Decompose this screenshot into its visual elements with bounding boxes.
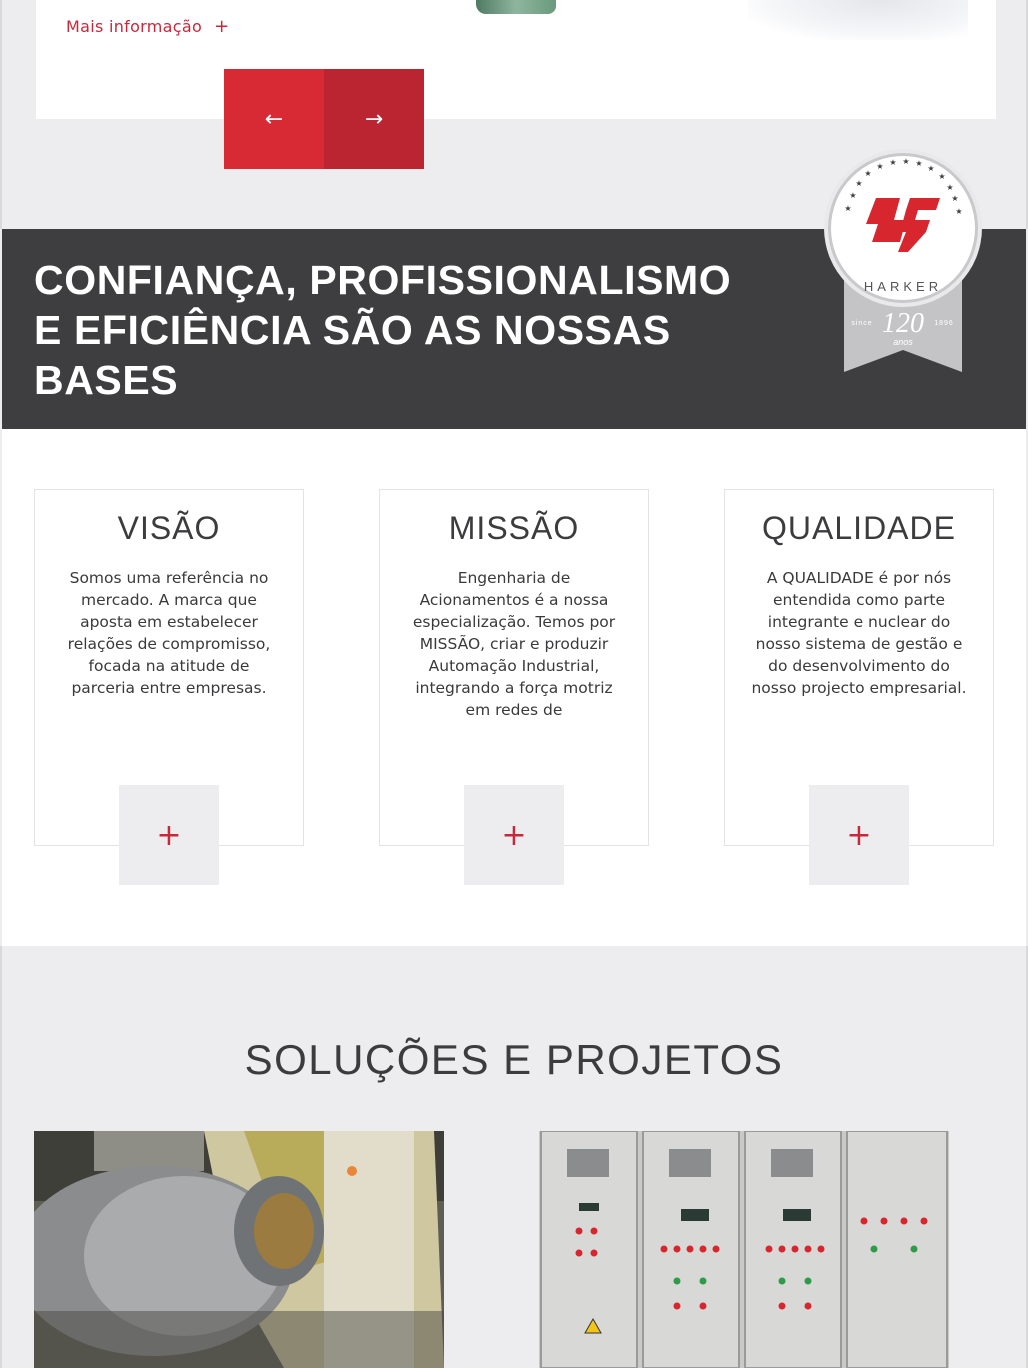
- slide-card: Mais informação +: [36, 0, 996, 119]
- badge-years-label: anos: [893, 337, 913, 347]
- arrow-right-icon: →: [364, 106, 384, 132]
- plus-icon: +: [156, 817, 182, 853]
- project-image-gearbox[interactable]: [34, 1131, 444, 1368]
- plus-icon: +: [214, 16, 230, 37]
- badge-since: since: [851, 320, 872, 327]
- slide-product-image: [476, 0, 556, 14]
- vision-card: VISÃO Somos uma referência no mercado. A…: [34, 489, 304, 885]
- svg-text:★: ★: [902, 157, 909, 166]
- vision-expand-button[interactable]: +: [119, 785, 219, 885]
- plus-icon: +: [846, 817, 872, 853]
- mission-text: Engenharia de Acionamentos é a nossa esp…: [412, 569, 616, 719]
- banner-title-line3: BASES: [34, 357, 179, 403]
- svg-text:★: ★: [951, 194, 958, 203]
- vision-text: Somos uma referência no mercado. A marca…: [67, 569, 271, 697]
- badge-number: 120: [882, 308, 924, 339]
- svg-text:★: ★: [855, 179, 862, 188]
- project-image-control-panels[interactable]: [539, 1131, 949, 1368]
- svg-text:★: ★: [927, 164, 934, 173]
- mission-title: MISSÃO: [448, 510, 580, 546]
- svg-text:★: ★: [849, 191, 856, 200]
- vision-title: VISÃO: [117, 510, 221, 546]
- gearbox-photo: [34, 1131, 444, 1368]
- quality-title: QUALIDADE: [762, 510, 956, 546]
- slider-next-button[interactable]: →: [324, 69, 424, 169]
- svg-text:★: ★: [955, 207, 962, 216]
- quality-text: A QUALIDADE é por nós entendida como par…: [751, 569, 967, 697]
- banner-title: CONFIANÇA, PROFISSIONALISMO E EFICIÊNCIA…: [34, 255, 734, 405]
- mission-expand-button[interactable]: +: [464, 785, 564, 885]
- svg-text:★: ★: [844, 204, 851, 213]
- svg-text:★: ★: [946, 183, 953, 192]
- slide-product-image-secondary: [748, 0, 968, 40]
- more-info-label: Mais informação: [66, 17, 203, 36]
- svg-text:★: ★: [876, 162, 883, 171]
- harker-120-years-badge: ★★★ ★ ★ ★ ★★★ ★★★ ★ HARKER since 120 1896 …: [824, 149, 982, 372]
- badge-year: 1896: [934, 320, 954, 327]
- more-info-link[interactable]: Mais informação +: [66, 16, 229, 37]
- banner-title-line1: CONFIANÇA, PROFISSIONALISMO: [34, 257, 732, 303]
- plus-icon: +: [501, 817, 527, 853]
- badge-brand: HARKER: [864, 279, 942, 294]
- quality-card: QUALIDADE A QUALIDADE é por nós entendid…: [724, 489, 994, 885]
- slider-prev-button[interactable]: ←: [224, 69, 324, 169]
- svg-text:★: ★: [864, 169, 871, 178]
- arrow-left-icon: ←: [264, 106, 284, 132]
- svg-text:★: ★: [915, 159, 922, 168]
- solutions-section: SOLUÇÕES E PROJETOS: [0, 946, 1028, 1368]
- svg-text:★: ★: [938, 172, 945, 181]
- control-panels-photo: [539, 1131, 949, 1368]
- quality-expand-button[interactable]: +: [809, 785, 909, 885]
- svg-text:★: ★: [889, 158, 896, 167]
- solutions-title: SOLUÇÕES E PROJETOS: [244, 1036, 784, 1083]
- values-section: VISÃO Somos uma referência no mercado. A…: [2, 429, 1026, 946]
- banner-title-line2: E EFICIÊNCIA SÃO AS NOSSAS: [34, 307, 671, 353]
- mission-card: MISSÃO Engenharia de Acionamentos é a no…: [379, 489, 649, 885]
